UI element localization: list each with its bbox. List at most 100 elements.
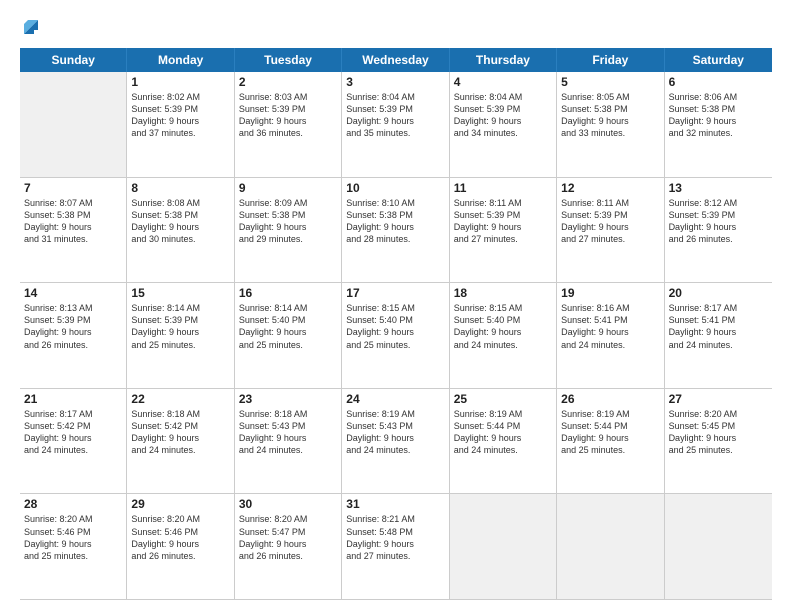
day-number: 22 — [131, 392, 229, 406]
day-number: 17 — [346, 286, 444, 300]
logo — [20, 16, 44, 38]
day-number: 31 — [346, 497, 444, 511]
cell-info: Sunrise: 8:18 AMSunset: 5:43 PMDaylight:… — [239, 408, 337, 457]
day-number: 13 — [669, 181, 768, 195]
cell-info: Sunrise: 8:17 AMSunset: 5:41 PMDaylight:… — [669, 302, 768, 351]
cell-info: Sunrise: 8:03 AMSunset: 5:39 PMDaylight:… — [239, 91, 337, 140]
cell-info: Sunrise: 8:10 AMSunset: 5:38 PMDaylight:… — [346, 197, 444, 246]
cell-info: Sunrise: 8:20 AMSunset: 5:46 PMDaylight:… — [24, 513, 122, 562]
header-day-friday: Friday — [557, 48, 664, 72]
cal-cell: 18Sunrise: 8:15 AMSunset: 5:40 PMDayligh… — [450, 283, 557, 389]
day-number: 15 — [131, 286, 229, 300]
day-number: 14 — [24, 286, 122, 300]
cal-cell: 27 Sunrise: 8:20 AMSunset: 5:45 PMDayligh… — [665, 389, 772, 495]
cell-info: Sunrise: 8:20 AMSunset: 5:45 PMDaylight:… — [669, 408, 768, 457]
cal-cell: 7 Sunrise: 8:07 AMSunset: 5:38 PMDaylight… — [20, 178, 127, 284]
cell-info: Sunrise: 8:17 AMSunset: 5:42 PMDaylight:… — [24, 408, 122, 457]
header-day-monday: Monday — [127, 48, 234, 72]
cell-info: Sunrise: 8:04 AMSunset: 5:39 PMDaylight:… — [346, 91, 444, 140]
cal-cell — [20, 72, 127, 178]
header-day-saturday: Saturday — [665, 48, 772, 72]
cal-cell: 4 Sunrise: 8:04 AMSunset: 5:39 PMDaylight… — [450, 72, 557, 178]
cell-info: Sunrise: 8:11 AMSunset: 5:39 PMDaylight:… — [454, 197, 552, 246]
cal-cell: 17 Sunrise: 8:15 AMSunset: 5:40 PMDayligh… — [342, 283, 449, 389]
cal-cell: 12Sunrise: 8:11 AMSunset: 5:39 PMDayligh… — [557, 178, 664, 284]
cell-info: Sunrise: 8:15 AMSunset: 5:40 PMDaylight:… — [346, 302, 444, 351]
cell-info: Sunrise: 8:08 AMSunset: 5:38 PMDaylight:… — [131, 197, 229, 246]
calendar-body: 1 Sunrise: 8:02 AMSunset: 5:39 PMDaylight… — [20, 72, 772, 600]
cell-info: Sunrise: 8:19 AMSunset: 5:44 PMDaylight:… — [561, 408, 659, 457]
day-number: 7 — [24, 181, 122, 195]
day-number: 11 — [454, 181, 552, 195]
header-day-thursday: Thursday — [450, 48, 557, 72]
day-number: 24 — [346, 392, 444, 406]
cal-cell: 22 Sunrise: 8:18 AMSunset: 5:42 PMDayligh… — [127, 389, 234, 495]
cal-cell: 14Sunrise: 8:13 AMSunset: 5:39 PMDayligh… — [20, 283, 127, 389]
cal-cell: 29 Sunrise: 8:20 AMSunset: 5:46 PMDayligh… — [127, 494, 234, 600]
day-number: 10 — [346, 181, 444, 195]
day-number: 29 — [131, 497, 229, 511]
cal-cell: 21 Sunrise: 8:17 AMSunset: 5:42 PMDayligh… — [20, 389, 127, 495]
day-number: 4 — [454, 75, 552, 89]
cal-cell: 30 Sunrise: 8:20 AMSunset: 5:47 PMDayligh… — [235, 494, 342, 600]
cal-cell: 31 Sunrise: 8:21 AMSunset: 5:48 PMDayligh… — [342, 494, 449, 600]
cal-cell: 15 Sunrise: 8:14 AMSunset: 5:39 PMDayligh… — [127, 283, 234, 389]
cal-cell: 25 Sunrise: 8:19 AMSunset: 5:44 PMDayligh… — [450, 389, 557, 495]
day-number: 18 — [454, 286, 552, 300]
cal-cell: 9 Sunrise: 8:09 AMSunset: 5:38 PMDaylight… — [235, 178, 342, 284]
cell-info: Sunrise: 8:20 AMSunset: 5:47 PMDaylight:… — [239, 513, 337, 562]
day-number: 27 — [669, 392, 768, 406]
cell-info: Sunrise: 8:19 AMSunset: 5:44 PMDaylight:… — [454, 408, 552, 457]
cal-cell: 3 Sunrise: 8:04 AMSunset: 5:39 PMDaylight… — [342, 72, 449, 178]
cell-info: Sunrise: 8:04 AMSunset: 5:39 PMDaylight:… — [454, 91, 552, 140]
day-number: 26 — [561, 392, 659, 406]
cal-cell: 2 Sunrise: 8:03 AMSunset: 5:39 PMDaylight… — [235, 72, 342, 178]
cell-info: Sunrise: 8:02 AMSunset: 5:39 PMDaylight:… — [131, 91, 229, 140]
cal-cell: 16 Sunrise: 8:14 AMSunset: 5:40 PMDayligh… — [235, 283, 342, 389]
header-day-sunday: Sunday — [20, 48, 127, 72]
cal-cell: 13 Sunrise: 8:12 AMSunset: 5:39 PMDayligh… — [665, 178, 772, 284]
day-number: 6 — [669, 75, 768, 89]
cell-info: Sunrise: 8:16 AMSunset: 5:41 PMDaylight:… — [561, 302, 659, 351]
cell-info: Sunrise: 8:18 AMSunset: 5:42 PMDaylight:… — [131, 408, 229, 457]
cal-cell: 8 Sunrise: 8:08 AMSunset: 5:38 PMDaylight… — [127, 178, 234, 284]
day-number: 1 — [131, 75, 229, 89]
day-number: 21 — [24, 392, 122, 406]
cal-cell: 19 Sunrise: 8:16 AMSunset: 5:41 PMDayligh… — [557, 283, 664, 389]
cal-cell: 11 Sunrise: 8:11 AMSunset: 5:39 PMDayligh… — [450, 178, 557, 284]
cal-cell — [665, 494, 772, 600]
cell-info: Sunrise: 8:14 AMSunset: 5:39 PMDaylight:… — [131, 302, 229, 351]
cell-info: Sunrise: 8:11 AMSunset: 5:39 PMDaylight:… — [561, 197, 659, 246]
day-number: 30 — [239, 497, 337, 511]
cell-info: Sunrise: 8:21 AMSunset: 5:48 PMDaylight:… — [346, 513, 444, 562]
day-number: 5 — [561, 75, 659, 89]
day-number: 16 — [239, 286, 337, 300]
day-number: 8 — [131, 181, 229, 195]
cell-info: Sunrise: 8:12 AMSunset: 5:39 PMDaylight:… — [669, 197, 768, 246]
cal-cell: 24Sunrise: 8:19 AMSunset: 5:43 PMDayligh… — [342, 389, 449, 495]
day-number: 23 — [239, 392, 337, 406]
cal-cell: 10 Sunrise: 8:10 AMSunset: 5:38 PMDayligh… — [342, 178, 449, 284]
cal-cell: 6 Sunrise: 8:06 AMSunset: 5:38 PMDaylight… — [665, 72, 772, 178]
header — [20, 16, 772, 38]
day-number: 9 — [239, 181, 337, 195]
cal-cell: 5Sunrise: 8:05 AMSunset: 5:38 PMDaylight… — [557, 72, 664, 178]
cal-cell: 26 Sunrise: 8:19 AMSunset: 5:44 PMDayligh… — [557, 389, 664, 495]
day-number: 3 — [346, 75, 444, 89]
day-number: 2 — [239, 75, 337, 89]
day-number: 20 — [669, 286, 768, 300]
header-day-tuesday: Tuesday — [235, 48, 342, 72]
day-number: 19 — [561, 286, 659, 300]
cal-cell: 20 Sunrise: 8:17 AMSunset: 5:41 PMDayligh… — [665, 283, 772, 389]
cal-cell — [450, 494, 557, 600]
cell-info: Sunrise: 8:09 AMSunset: 5:38 PMDaylight:… — [239, 197, 337, 246]
cell-info: Sunrise: 8:14 AMSunset: 5:40 PMDaylight:… — [239, 302, 337, 351]
calendar-header: SundayMondayTuesdayWednesdayThursdayFrid… — [20, 48, 772, 72]
cal-cell: 1 Sunrise: 8:02 AMSunset: 5:39 PMDaylight… — [127, 72, 234, 178]
cell-info: Sunrise: 8:06 AMSunset: 5:38 PMDaylight:… — [669, 91, 768, 140]
cell-info: Sunrise: 8:20 AMSunset: 5:46 PMDaylight:… — [131, 513, 229, 562]
day-number: 28 — [24, 497, 122, 511]
cell-info: Sunrise: 8:07 AMSunset: 5:38 PMDaylight:… — [24, 197, 122, 246]
day-number: 25 — [454, 392, 552, 406]
logo-icon — [20, 16, 42, 38]
